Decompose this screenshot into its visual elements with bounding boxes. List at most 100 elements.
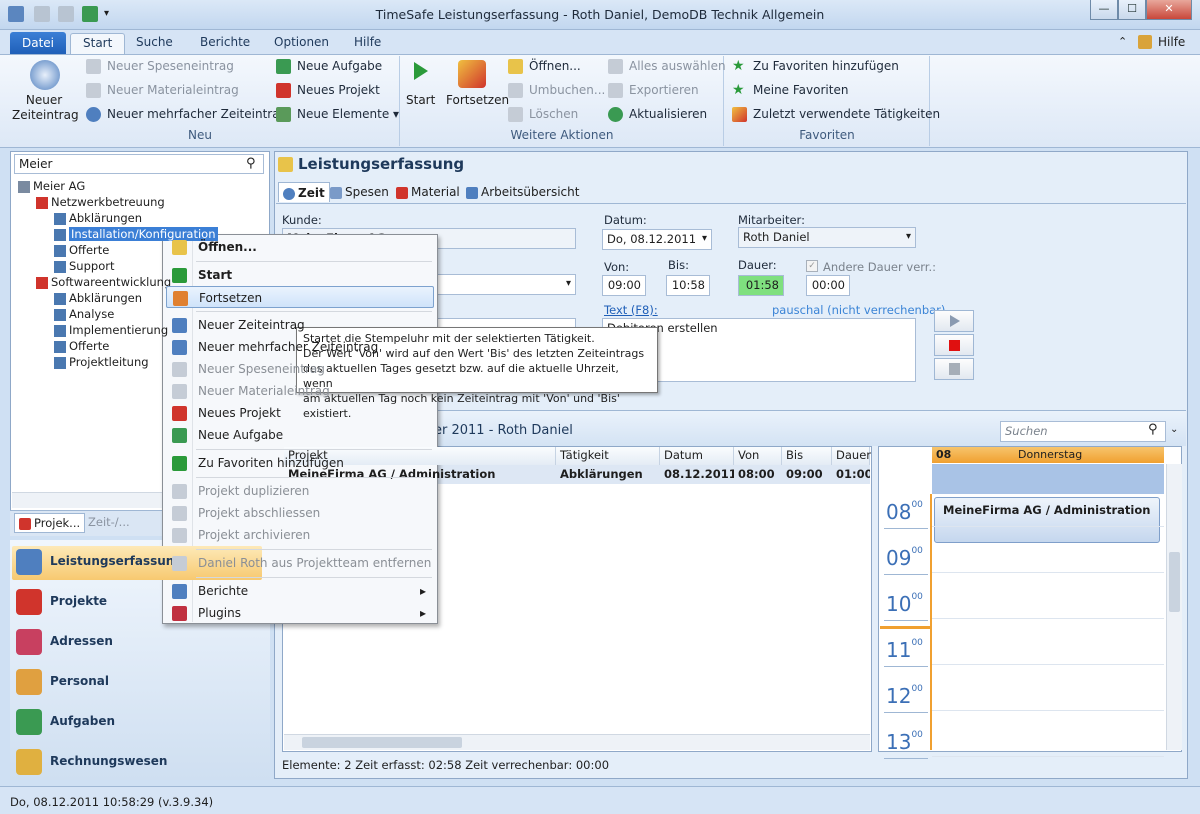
help-link[interactable]: Hilfe [1158,35,1185,49]
export-button[interactable]: Exportieren [608,80,699,100]
mitarbeiter-select[interactable]: Roth Daniel ▾ [738,227,916,248]
close-button[interactable]: ✕ [1146,0,1192,20]
calendar-scrollbar[interactable] [1166,464,1182,750]
grid-horizontal-scrollbar[interactable] [284,734,870,750]
tab-optionen[interactable]: Optionen [262,33,341,54]
tree-item[interactable]: Netzwerkbetreuung [36,194,165,210]
menu-item[interactable]: Start [166,264,434,286]
tab-time[interactable]: Zeit-/... [84,513,134,533]
new-multi-time-button[interactable]: Neuer mehrfacher Zeiteintrag [86,104,287,124]
new-material-button[interactable]: Neuer Materialeintrag [86,80,239,100]
tab-zeit[interactable]: Zeit [278,182,330,202]
tab-hilfe[interactable]: Hilfe [342,33,393,54]
continue-button[interactable]: Fortsetzen [446,93,509,107]
column-header[interactable]: Bis [782,447,832,465]
collapse-ribbon-icon[interactable]: ⌃ [1118,35,1127,48]
refresh-button[interactable]: Aktualisieren [608,104,707,124]
tree-item[interactable]: Offerte [54,242,109,258]
tree-item[interactable]: Implementierung [54,322,168,338]
delete-button[interactable]: Löschen [508,104,578,124]
tab-datei[interactable]: Datei [10,32,66,54]
tab-berichte[interactable]: Berichte [188,33,262,54]
menu-item[interactable]: Berichte ▸ [166,580,434,602]
rebook-button[interactable]: Umbuchen... [508,80,605,100]
qat-dropdown-icon[interactable]: ▾ [104,8,109,19]
text-label[interactable]: Text (F8): [604,303,658,317]
tree-item[interactable]: Meier AG [18,178,85,194]
tree-item[interactable]: Offerte [54,338,109,354]
andere-dauer-checkbox[interactable]: ✓ [806,260,818,272]
search-icon[interactable]: ⚲ [246,156,256,171]
tab-arbeitsuebersicht[interactable]: Arbeitsübersicht [466,182,579,202]
maximize-button[interactable]: ☐ [1118,0,1146,20]
dauer-field[interactable]: 01:58 [738,275,784,296]
start-clock-button[interactable] [934,310,974,332]
nav-adressen[interactable]: Adressen [16,626,266,660]
minimize-button[interactable]: — [1090,0,1118,20]
save-entry-button[interactable] [934,358,974,380]
andere-dauer-field[interactable]: 00:00 [806,275,850,296]
stop-clock-button[interactable] [934,334,974,356]
save-icon[interactable] [34,6,50,22]
menu-item[interactable]: Neuer mehrfacher Zeiteintrag [166,336,434,358]
column-header[interactable]: Datum [660,447,734,465]
menu-item[interactable]: Neue Aufgabe [166,424,434,446]
tree-item[interactable]: Abklärungen [54,210,142,226]
new-project-button[interactable]: Neues Projekt [276,80,380,100]
bis-field[interactable]: 10:58 [666,275,710,296]
nav-aufgaben[interactable]: Aufgaben [16,706,266,740]
scroll-thumb[interactable] [302,737,462,748]
list-search-input[interactable]: Suchen [1000,421,1166,442]
menu-item[interactable]: Zu Favoriten hinzufügen [166,452,434,474]
menu-item[interactable]: Daniel Roth aus Projektteam entfernen [166,552,434,574]
menu-item[interactable]: Neues Projekt [166,402,434,424]
menu-item[interactable]: Öffnen... [166,236,434,258]
expand-icon[interactable]: ⌄ [1170,424,1178,435]
menu-item[interactable]: Projekt archivieren [166,524,434,546]
nav-personal[interactable]: Personal [16,666,266,700]
tree-item[interactable]: Softwareentwicklung [36,274,171,290]
menu-item[interactable]: Neuer Zeiteintrag [166,314,434,336]
cut-icon[interactable] [58,6,74,22]
start-button[interactable]: Start [406,93,435,107]
column-header[interactable]: Von [734,447,782,465]
app-icon[interactable] [8,6,24,22]
new-task-button[interactable]: Neue Aufgabe [276,56,382,76]
scroll-thumb[interactable] [1169,552,1180,612]
new-expense-button[interactable]: Neuer Speseneintrag [86,56,234,76]
nav-rechnungswesen[interactable]: Rechnungswesen [16,746,266,780]
all-day-area[interactable] [932,464,1164,494]
search-icon[interactable]: ⚲ [1148,422,1158,437]
tab-material[interactable]: Material [396,182,460,202]
activity-icon [54,260,66,273]
tab-start[interactable]: Start [70,33,126,54]
tab-projects[interactable]: Projek... [14,513,86,533]
tab-suche[interactable]: Suche [124,33,185,54]
new-time-entry-button[interactable]: Neuer Zeiteintrag [12,93,79,123]
column-header[interactable]: Tätigkeit [556,447,660,465]
menu-item[interactable]: Neuer Materialeintrag [166,380,434,402]
calendar-event[interactable]: MeineFirma AG / Administration [934,497,1160,543]
von-field[interactable]: 09:00 [602,275,646,296]
menu-item[interactable]: Fortsetzen [166,286,434,308]
my-favorites-button[interactable]: ★ Meine Favoriten [732,80,848,100]
tree-item[interactable]: Projektleitung [54,354,149,370]
datum-picker[interactable]: Do, 08.12.2011 ▾ [602,229,712,250]
open-button[interactable]: Öffnen... [508,56,581,76]
add-favorite-button[interactable]: ★ Zu Favoriten hinzufügen [732,56,899,76]
column-header[interactable]: Dauer [832,447,871,465]
menu-item[interactable]: Plugins ▸ [166,602,434,624]
menu-item[interactable]: Projekt abschliessen [166,502,434,524]
tree-search-input[interactable]: Meier [14,154,264,174]
tree-item[interactable]: Abklärungen [54,290,142,306]
menu-separator [196,311,432,312]
menu-item[interactable]: Projekt duplizieren [166,480,434,502]
tree-item[interactable]: Support [54,258,114,274]
select-all-button[interactable]: Alles auswählen [608,56,726,76]
refresh-icon[interactable] [82,6,98,22]
tab-spesen[interactable]: Spesen [330,182,389,202]
new-elements-button[interactable]: Neue Elemente ▾ [276,104,399,124]
tree-item[interactable]: Analyse [54,306,114,322]
recent-activities-button[interactable]: Zuletzt verwendete Tätigkeiten [732,104,940,124]
menu-item[interactable]: Neuer Speseneintrag [166,358,434,380]
